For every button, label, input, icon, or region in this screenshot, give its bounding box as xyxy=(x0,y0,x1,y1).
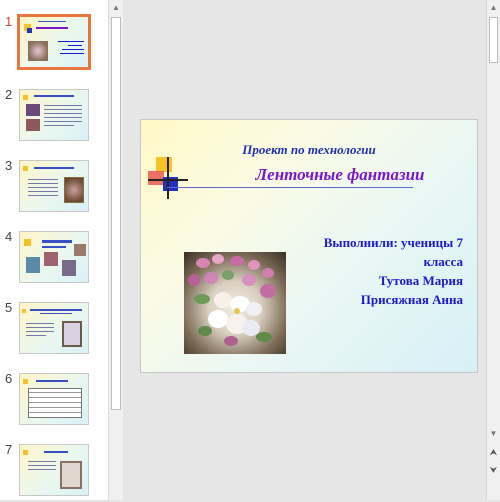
double-down-chevron-icon[interactable]: ⮟ xyxy=(487,462,500,478)
title-divider xyxy=(167,187,413,188)
scroll-up-icon[interactable]: ▲ xyxy=(109,0,123,15)
slide-number: 4 xyxy=(5,229,13,244)
slide-thumbnail-2[interactable]: 2 xyxy=(0,87,108,147)
slide-preview xyxy=(19,231,89,283)
author-line-4: Присяжная Анна xyxy=(360,292,463,307)
slide-number: 6 xyxy=(5,371,13,386)
slide-number: 7 xyxy=(5,442,13,457)
slide-thumbnail-4[interactable]: 4 xyxy=(0,229,108,289)
slide-title[interactable]: Ленточные фантазии xyxy=(203,165,477,185)
ribbon-embroidery-photo[interactable] xyxy=(184,252,286,354)
double-up-chevron-icon[interactable]: ⮝ xyxy=(487,444,500,460)
slide-thumbnail-7[interactable]: 7 xyxy=(0,442,108,502)
thumbnail-panel-scrollbar[interactable]: ▲ xyxy=(108,0,123,500)
slide-thumbnail-5[interactable]: 5 xyxy=(0,300,108,360)
author-text-box[interactable]: Выполнили: ученицы 7 класса Тутова Мария… xyxy=(291,233,463,309)
horizontal-line xyxy=(148,179,188,181)
slide-thumbnail-1[interactable]: 1 xyxy=(0,14,108,74)
yellow-square xyxy=(156,157,172,172)
slide-preview xyxy=(19,160,89,212)
slide-thumbnail-panel: 1 2 3 4 5 6 7 xyxy=(0,0,108,500)
vertical-line xyxy=(167,157,169,199)
slide-preview xyxy=(19,89,89,141)
slide-editing-area: Проект по технологии Ленточные фантазии xyxy=(123,0,486,500)
scrollbar-thumb[interactable] xyxy=(489,17,498,63)
scrollbar-thumb[interactable] xyxy=(111,17,121,410)
author-line-2: класса xyxy=(423,254,463,269)
slide-preview xyxy=(19,444,89,496)
author-line-1: Выполнили: ученицы 7 xyxy=(323,235,463,250)
slide-thumbnail-3[interactable]: 3 xyxy=(0,158,108,218)
slide-subtitle[interactable]: Проект по технологии xyxy=(141,142,477,158)
author-line-3: Тутова Мария xyxy=(378,273,463,288)
slide-number: 3 xyxy=(5,158,13,173)
slide-preview xyxy=(17,14,91,70)
slide-number: 2 xyxy=(5,87,13,102)
slide-preview xyxy=(19,302,89,354)
scroll-down-icon[interactable]: ▼ xyxy=(487,427,500,440)
slide-number: 5 xyxy=(5,300,13,315)
slide-thumbnail-6[interactable]: 6 xyxy=(0,371,108,431)
slide-number: 1 xyxy=(5,14,13,29)
slide-canvas[interactable]: Проект по технологии Ленточные фантазии xyxy=(140,119,478,373)
slide-preview xyxy=(19,373,89,425)
slide-area-scrollbar[interactable]: ▲ ▼ ⮝ ⮟ xyxy=(486,0,500,500)
red-square xyxy=(148,171,164,185)
scroll-up-icon[interactable]: ▲ xyxy=(487,0,500,15)
corner-decoration xyxy=(148,157,188,199)
